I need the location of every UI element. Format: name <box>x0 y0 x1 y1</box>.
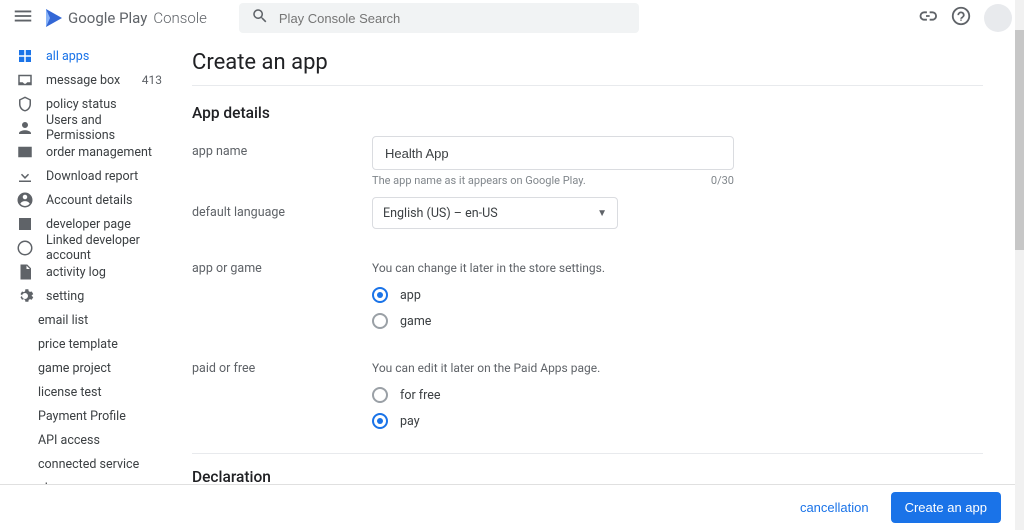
sidebar-item-label: developer page <box>46 217 131 232</box>
sidebar-sub-license-test[interactable]: license test <box>0 380 172 404</box>
sidebar-item-label: Account details <box>46 193 132 208</box>
divider <box>192 453 983 454</box>
user-avatar[interactable] <box>984 4 1012 32</box>
sidebar-sub-price-template[interactable]: price template <box>0 332 172 356</box>
create-app-button[interactable]: Create an app <box>891 492 1001 523</box>
app-or-game-hint: You can change it later in the store set… <box>372 261 792 275</box>
radio-free-label: for free <box>400 388 441 403</box>
sidebar-item-label: Linked developer account <box>46 233 162 263</box>
account-icon <box>16 191 34 209</box>
sidebar-sub-game-project[interactable]: game project <box>0 356 172 380</box>
download-icon <box>16 167 34 185</box>
gear-icon <box>16 287 34 305</box>
search-box[interactable] <box>239 3 639 33</box>
sidebar-item-all-apps[interactable]: all apps <box>0 44 172 68</box>
vertical-scrollbar[interactable] <box>1015 0 1024 530</box>
app-name-input[interactable] <box>372 136 734 170</box>
hamburger-menu-icon[interactable] <box>12 5 34 31</box>
page-title: Create an app <box>192 50 983 75</box>
sidebar-item-download-report[interactable]: ▶ Download report <box>0 164 172 188</box>
link-account-icon <box>16 239 34 257</box>
sidebar-sub-alarm[interactable]: alarm <box>0 476 172 484</box>
sidebar-item-label: message box <box>46 73 120 88</box>
link-icon[interactable] <box>916 5 938 31</box>
logo-text-1: Google Play <box>68 9 147 27</box>
message-count-badge: 413 <box>142 73 162 87</box>
declaration-heading: Declaration <box>192 468 983 484</box>
users-icon <box>16 119 34 137</box>
radio-icon <box>372 387 388 403</box>
radio-game-label: game <box>400 314 431 329</box>
sidebar-item-label: all apps <box>46 49 89 64</box>
sidebar-item-label: Users and Permissions <box>46 113 162 143</box>
search-input[interactable] <box>279 11 627 26</box>
sidebar-item-label: Download report <box>46 169 138 184</box>
radio-app[interactable]: app <box>372 287 792 303</box>
radio-app-label: app <box>400 288 421 303</box>
sidebar-sub-api-access[interactable]: API access <box>0 428 172 452</box>
radio-pay[interactable]: pay <box>372 413 792 429</box>
chevron-down-icon: ▼ <box>597 208 607 219</box>
sidebar-item-activity-log[interactable]: activity log <box>0 260 172 284</box>
play-console-logo: Google Play Console <box>46 9 207 27</box>
sidebar-sub-email-list[interactable]: email list <box>0 308 172 332</box>
radio-pay-label: pay <box>400 414 420 429</box>
default-language-select[interactable]: English (US) – en-US ▼ <box>372 197 618 229</box>
page-icon <box>16 215 34 233</box>
inbox-icon <box>16 71 34 89</box>
sidebar-item-message-box[interactable]: message box 413 <box>0 68 172 92</box>
paid-or-free-hint: You can edit it later on the Paid Apps p… <box>372 361 792 375</box>
radio-icon <box>372 413 388 429</box>
app-or-game-label: app or game <box>192 261 372 276</box>
sidebar-item-account-details[interactable]: Account details <box>0 188 172 212</box>
apps-icon <box>16 47 34 65</box>
sidebar-item-label: setting <box>46 289 84 304</box>
sidebar-sub-payment-profile[interactable]: Payment Profile <box>0 404 172 428</box>
radio-game[interactable]: game <box>372 313 792 329</box>
app-details-heading: App details <box>192 104 983 122</box>
app-name-counter: 0/30 <box>711 174 734 187</box>
file-icon <box>16 263 34 281</box>
radio-icon <box>372 313 388 329</box>
cancel-button[interactable]: cancellation <box>790 494 879 521</box>
scrollbar-thumb[interactable] <box>1015 30 1024 250</box>
sidebar-item-order-management[interactable]: order management <box>0 140 172 164</box>
paid-or-free-label: paid or free <box>192 361 372 376</box>
sidebar-item-label: policy status <box>46 97 117 112</box>
divider <box>192 85 983 86</box>
sidebar-item-label: order management <box>46 145 152 160</box>
logo-text-2: Console <box>153 9 207 27</box>
caret-right-icon: ▶ <box>0 171 3 181</box>
radio-icon <box>372 287 388 303</box>
play-logo-icon <box>46 9 62 27</box>
footer-bar: cancellation Create an app <box>0 484 1015 530</box>
search-icon <box>251 7 269 29</box>
sidebar: all apps message box 413 policy status U… <box>0 36 172 484</box>
help-icon[interactable] <box>950 5 972 31</box>
sidebar-item-linked-developer-account[interactable]: Linked developer account <box>0 236 172 260</box>
sidebar-item-setting[interactable]: ▼ setting <box>0 284 172 308</box>
app-name-helper: The app name as it appears on Google Pla… <box>372 174 586 187</box>
main-content: Create an app App details app name The a… <box>172 36 1024 484</box>
sidebar-sub-connected-service[interactable]: connected service <box>0 452 172 476</box>
shield-icon <box>16 95 34 113</box>
sidebar-item-users-permissions[interactable]: Users and Permissions <box>0 116 172 140</box>
app-name-label: app name <box>192 136 372 159</box>
radio-free[interactable]: for free <box>372 387 792 403</box>
caret-down-icon: ▼ <box>0 291 3 302</box>
language-value: English (US) – en-US <box>383 206 498 221</box>
sidebar-item-label: activity log <box>46 265 106 280</box>
card-icon <box>16 143 34 161</box>
default-language-label: default language <box>192 197 372 220</box>
